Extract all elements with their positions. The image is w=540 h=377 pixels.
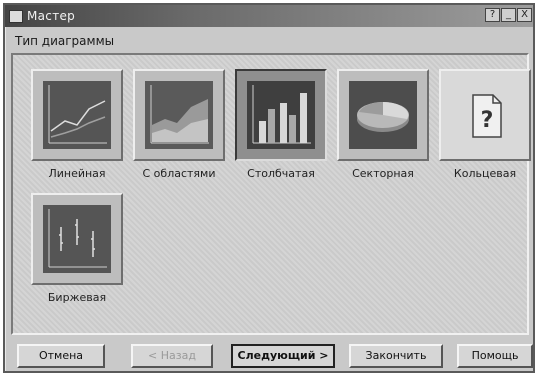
chart-type-column[interactable]: Столбчатая [235, 69, 327, 189]
chart-type-stock[interactable]: Биржевая [31, 193, 123, 313]
chart-type-label: Секторная [352, 167, 414, 180]
back-button[interactable]: < Назад [131, 344, 213, 368]
chart-type-label: Биржевая [47, 291, 107, 304]
help-title-button[interactable]: ? [485, 8, 500, 22]
chart-type-label: Кольцевая [453, 167, 517, 180]
unknown-chart-icon: ? [472, 94, 502, 138]
chart-type-pie[interactable]: Секторная [337, 69, 429, 189]
minimize-button[interactable]: _ [501, 8, 516, 22]
chart-type-thumbnail [133, 69, 225, 161]
chart-type-thumbnail: ? [439, 69, 531, 161]
chart-type-area[interactable]: С областями [133, 69, 225, 189]
chart-type-thumbnail [31, 193, 123, 285]
finish-button[interactable]: Закончить [349, 344, 443, 368]
stock-chart-icon [43, 205, 111, 273]
chart-type-doughnut[interactable]: ? Кольцевая [439, 69, 531, 189]
close-button[interactable]: X [517, 8, 532, 22]
window-title: Мастер [27, 9, 76, 23]
line-chart-icon [43, 81, 111, 149]
chart-type-label: Столбчатая [247, 167, 315, 180]
chart-type-label: Тип диаграммы [15, 34, 115, 48]
next-button[interactable]: Следующий > [231, 344, 335, 368]
chart-type-label: С областями [142, 167, 216, 180]
chart-type-thumbnail [31, 69, 123, 161]
bar-chart-icon [247, 81, 315, 149]
app-icon [9, 10, 23, 23]
chart-type-thumbnail [337, 69, 429, 161]
chart-type-gallery: Линейная С областями Столбчатая Секторна… [11, 53, 531, 335]
chart-type-thumbnail [235, 69, 327, 161]
title-bar[interactable]: Мастер ? _ X [5, 5, 533, 27]
chart-type-line[interactable]: Линейная [31, 69, 123, 189]
cancel-button[interactable]: Отмена [17, 344, 105, 368]
chart-wizard-dialog: Мастер ? _ X Тип диаграммы Линейная С об… [3, 3, 535, 373]
svg-text:?: ? [481, 108, 494, 133]
pie-chart-icon [349, 81, 417, 149]
chart-type-label: Линейная [48, 167, 106, 180]
help-button[interactable]: Помощь [457, 344, 533, 368]
area-chart-icon [145, 81, 213, 149]
